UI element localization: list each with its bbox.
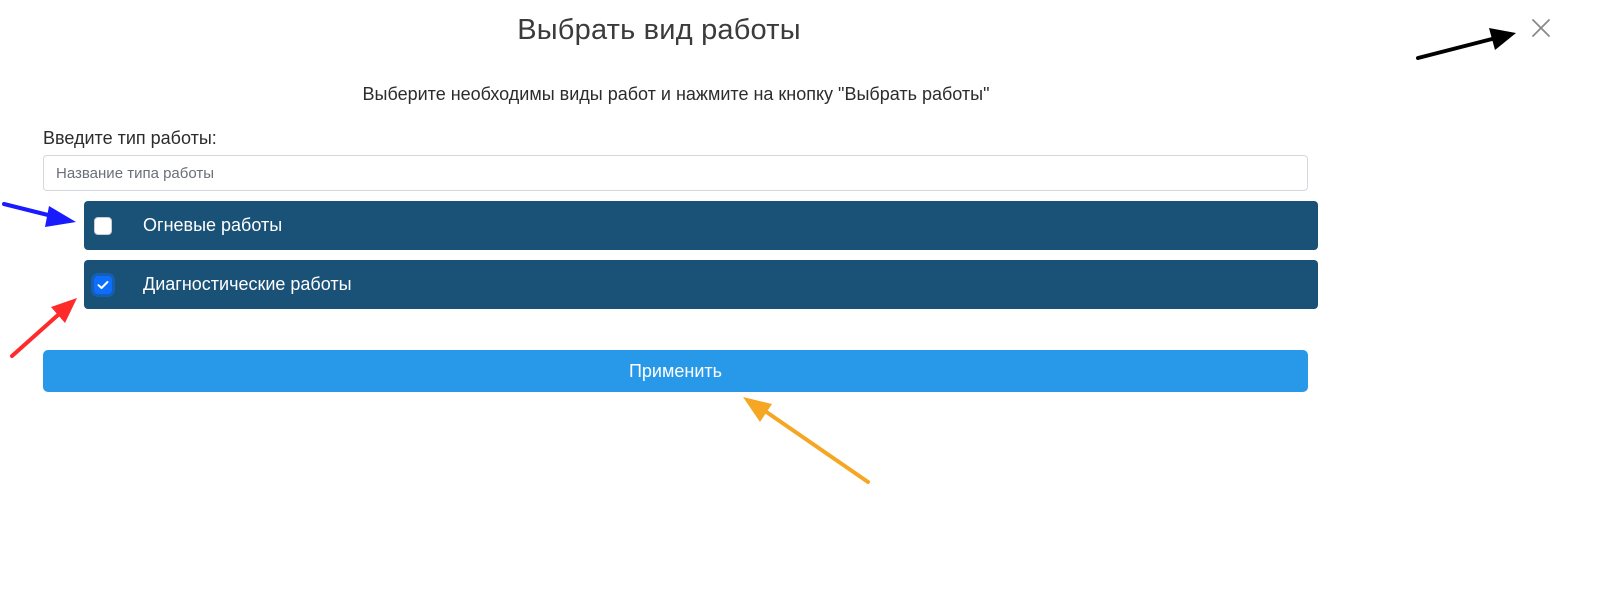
work-type-checkbox-diagnostic[interactable]	[94, 275, 112, 294]
red-arrow-icon	[10, 298, 77, 358]
close-icon	[1532, 19, 1550, 37]
work-type-label: Введите тип работы:	[43, 128, 217, 148]
work-type-search-input[interactable]	[43, 155, 1308, 191]
blue-arrow-icon	[2, 202, 76, 227]
checkmark-icon	[97, 280, 109, 289]
work-type-checkbox-fire[interactable]	[94, 216, 112, 235]
work-type-item-diagnostic[interactable]: Диагностические работы	[84, 260, 1318, 309]
apply-button[interactable]: Применить	[43, 350, 1308, 392]
work-type-item-fire[interactable]: Огневые работы	[84, 201, 1318, 250]
black-arrow-icon	[1416, 28, 1516, 60]
orange-arrow-icon	[743, 397, 870, 484]
close-button[interactable]	[1525, 12, 1557, 44]
instruction-text: Выберите необходимы виды работ и нажмите…	[362, 84, 990, 104]
work-type-label-fire: Огневые работы	[143, 215, 283, 235]
dialog-title: Выбрать вид работы	[517, 14, 801, 46]
work-type-label-diagnostic: Диагностические работы	[143, 274, 352, 294]
